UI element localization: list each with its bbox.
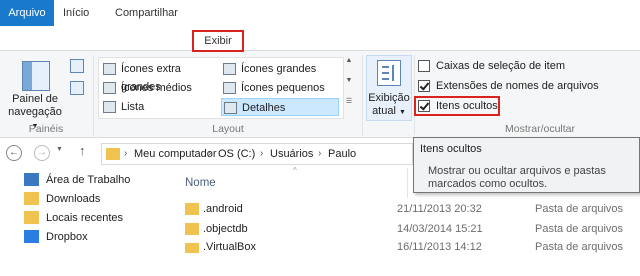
current-view-button[interactable]: Exibição atual ▼ <box>366 55 412 121</box>
layout-expand-icon[interactable]: ☰ <box>344 97 354 117</box>
separator <box>93 55 94 135</box>
tooltip: Itens ocultos Mostrar ou ocultar arquivo… <box>413 137 640 193</box>
nav-item-label: Área de Trabalho <box>46 174 131 186</box>
breadcrumb-paulo[interactable]: Paulo <box>328 144 356 164</box>
large-icons-icon <box>223 63 236 75</box>
layout-item-label: Ícones médios <box>121 82 192 94</box>
file-row[interactable]: .android 21/11/2013 20:32 Pasta de arqui… <box>185 199 640 219</box>
folder-icon <box>185 243 199 253</box>
breadcrumb-usuarios[interactable]: Usuários <box>270 144 313 164</box>
nav-item-label: Locais recentes <box>46 212 124 224</box>
group-label-paineis: Painéis <box>28 123 64 135</box>
checkbox[interactable] <box>418 80 430 92</box>
ribbon-tab-bar: Arquivo Início Compartilhar <box>0 0 640 26</box>
layout-item-label: Lista <box>121 101 145 113</box>
tooltip-line-2: marcados como ocultos. <box>428 178 548 190</box>
sort-arrow-icon: ^ <box>293 166 297 175</box>
layout-item-label: Ícones pequenos <box>241 82 325 94</box>
navigation-pane-icon <box>22 61 50 91</box>
separator <box>362 55 363 135</box>
tab-inicio[interactable]: Início <box>55 0 97 26</box>
navigation-pane-label-2: navegação <box>8 106 62 118</box>
details-icon <box>224 102 237 114</box>
navigation-pane-label-1: Painel de <box>12 93 58 105</box>
layout-extra-large-icons[interactable]: Ícones extra grandes <box>101 60 219 93</box>
file-name: .VirtualBox <box>203 241 256 253</box>
current-view-label-1: Exibição <box>368 92 410 104</box>
layout-details[interactable]: Detalhes <box>221 98 339 116</box>
checkbox-label: Extensões de nomes de arquivos <box>436 80 599 92</box>
dropdown-arrow-icon: ▼ <box>398 109 406 116</box>
layout-medium-icons[interactable]: Ícones médios <box>101 79 219 97</box>
recent-places-icon <box>24 211 39 224</box>
checkbox-label: Caixas de seleção de item <box>436 60 566 72</box>
ribbon: Painel de navegação ▼ Painéis Ícones ext… <box>0 50 640 138</box>
checkbox[interactable] <box>418 60 430 72</box>
navigation-pane-button[interactable]: Painel de navegação ▼ <box>6 55 64 130</box>
small-icons-icon <box>223 82 236 94</box>
checkbox-label: Itens ocultos <box>436 100 498 112</box>
downloads-icon <box>24 192 39 205</box>
chevron-right-icon[interactable]: › <box>208 144 211 164</box>
recent-locations-icon[interactable]: ▼ <box>56 146 63 153</box>
address-bar[interactable]: › Meu computador › OS (C:) › Usuários › … <box>101 143 413 165</box>
file-date: 16/11/2013 14:12 <box>397 241 482 253</box>
nav-item-label: Downloads <box>46 193 101 205</box>
column-divider <box>407 168 408 198</box>
tab-arquivo[interactable]: Arquivo <box>0 0 54 26</box>
extra-large-icons-icon <box>103 63 116 75</box>
breadcrumb-os-c[interactable]: OS (C:) <box>218 144 255 164</box>
file-type: Pasta de arquivos <box>535 223 624 235</box>
nav-item-label: Dropbox <box>46 231 88 243</box>
checkbox[interactable] <box>418 100 430 112</box>
file-row[interactable]: .objectdb 14/03/2014 15:21 Pasta de arqu… <box>185 219 640 239</box>
file-name: .objectdb <box>203 223 248 235</box>
group-label-mostrar-ocultar: Mostrar/ocultar <box>504 123 576 135</box>
file-row[interactable]: .VirtualBox 16/11/2013 14:12 Pasta de ar… <box>185 239 640 253</box>
tooltip-title: Itens ocultos <box>420 143 482 155</box>
chevron-right-icon[interactable]: › <box>124 144 127 164</box>
up-icon[interactable]: ↑ <box>79 143 86 158</box>
list-icon <box>103 101 116 113</box>
folder-icon <box>185 203 199 215</box>
layout-gallery: Ícones extra grandes Ícones grandes Ícon… <box>98 57 344 119</box>
layout-small-icons[interactable]: Ícones pequenos <box>221 79 339 97</box>
folder-icon <box>106 148 120 160</box>
back-icon[interactable]: ← <box>6 145 22 161</box>
separator <box>414 55 415 135</box>
layout-scroll-down-icon[interactable]: ▼ <box>344 77 354 97</box>
preview-pane-icon[interactable] <box>70 59 84 73</box>
layout-scroll-up-icon[interactable]: ▲ <box>344 57 354 77</box>
forward-icon[interactable]: → <box>34 145 50 161</box>
layout-list[interactable]: Lista <box>101 98 219 116</box>
tab-compartilhar[interactable]: Compartilhar <box>107 0 186 26</box>
current-view-label-2: atual <box>372 105 396 117</box>
chevron-right-icon[interactable]: › <box>260 144 263 164</box>
layout-large-icons[interactable]: Ícones grandes <box>221 60 339 78</box>
column-header-name[interactable]: Nome <box>185 177 216 189</box>
file-name: .android <box>203 203 243 215</box>
folder-icon <box>185 223 199 235</box>
file-type: Pasta de arquivos <box>535 203 624 215</box>
desktop-icon <box>24 173 39 186</box>
medium-icons-icon <box>103 82 116 94</box>
breadcrumb-meu-computador[interactable]: Meu computador <box>134 144 217 164</box>
tooltip-line-1: Mostrar ou ocultar arquivos e pastas <box>428 165 606 177</box>
file-date: 21/11/2013 20:32 <box>397 203 482 215</box>
layout-item-label: Detalhes <box>242 102 286 114</box>
file-date: 14/03/2014 15:21 <box>397 223 483 235</box>
layout-item-label: Ícones grandes <box>241 63 317 75</box>
tab-exibir[interactable]: Exibir <box>192 30 244 52</box>
group-label-layout: Layout <box>212 123 244 135</box>
current-view-icon <box>377 60 401 86</box>
dropbox-icon <box>24 230 39 243</box>
details-pane-icon[interactable] <box>70 81 84 95</box>
file-type: Pasta de arquivos <box>535 241 624 253</box>
chevron-right-icon[interactable]: › <box>318 144 321 164</box>
